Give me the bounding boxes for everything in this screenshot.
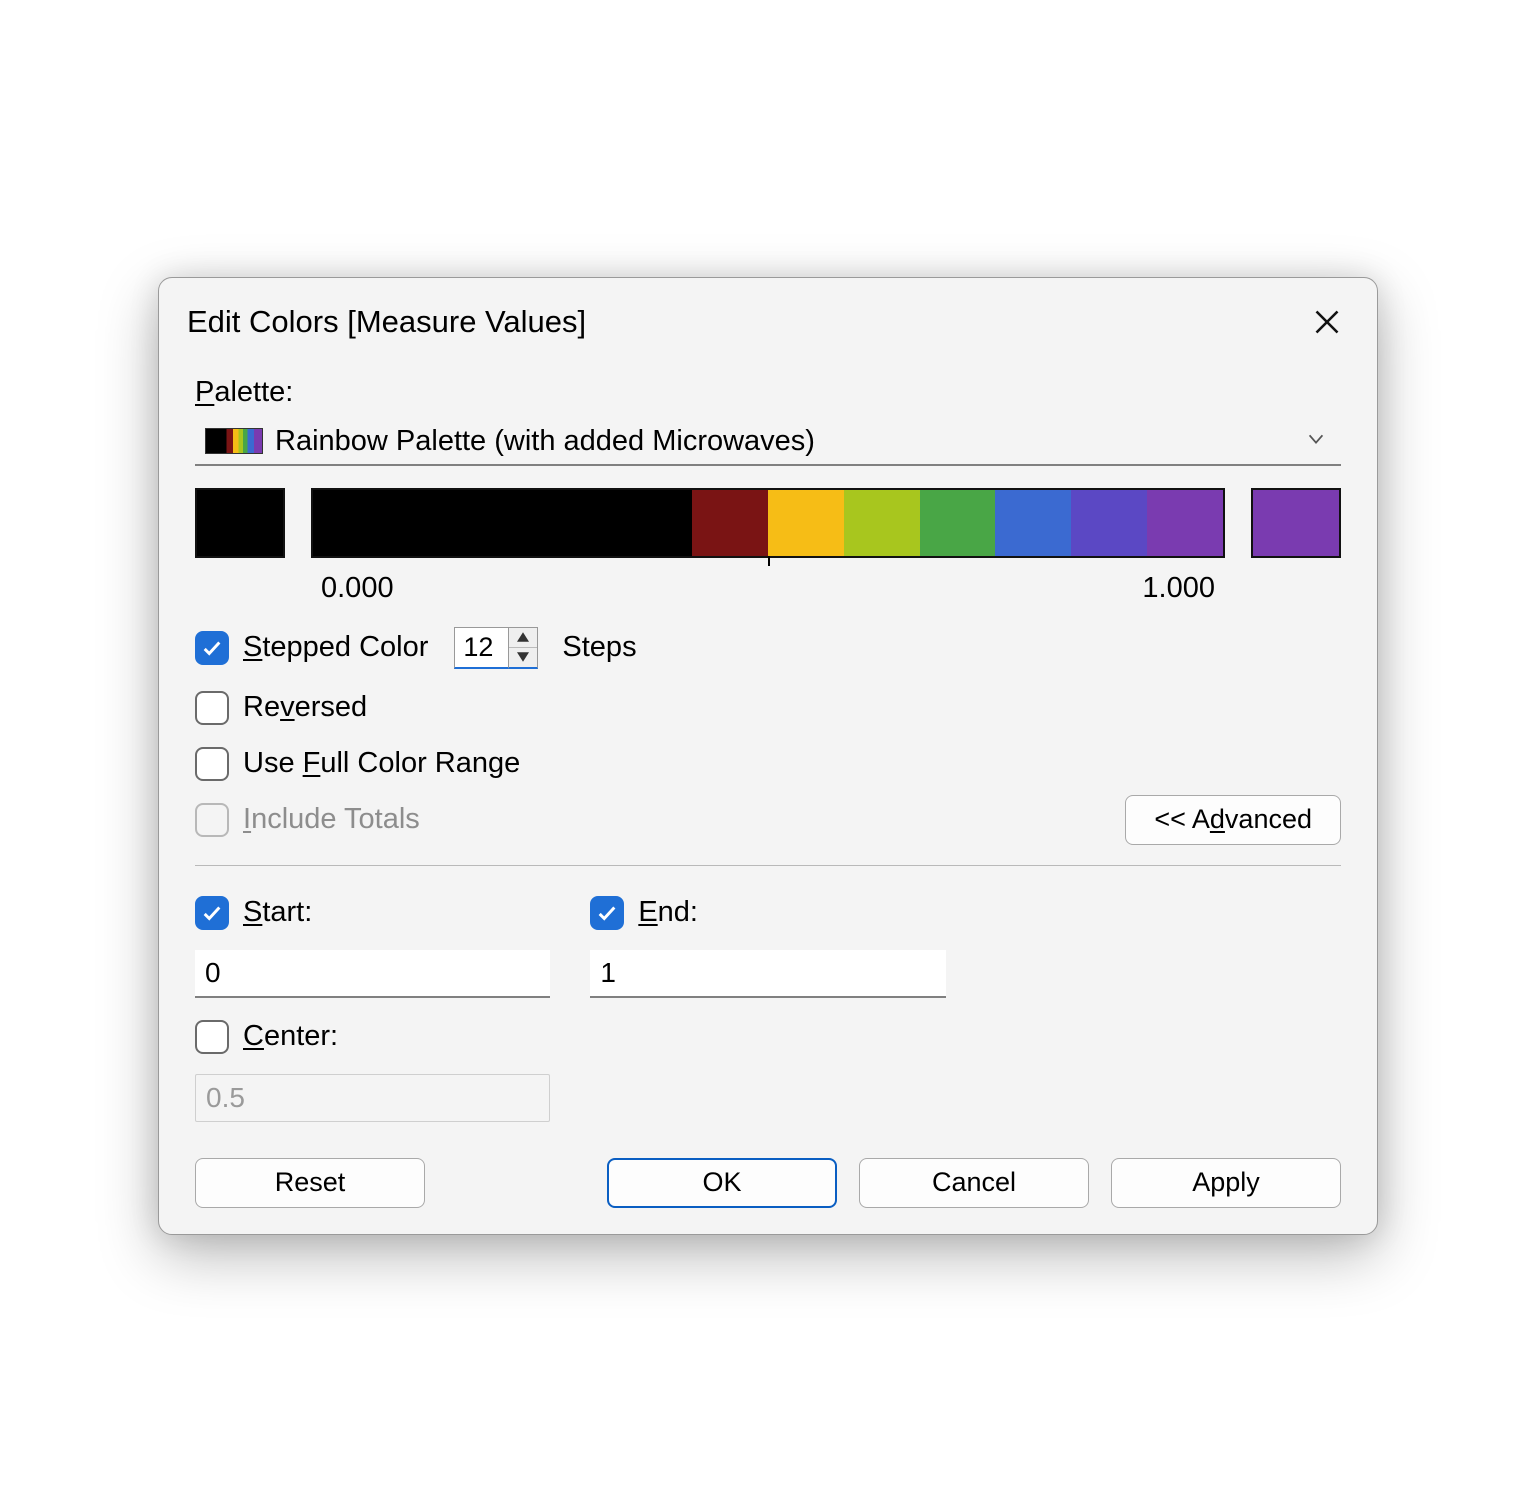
include-totals-checkbox xyxy=(195,803,229,837)
ramp-max-label: 1.000 xyxy=(1142,572,1215,605)
steps-units: Steps xyxy=(562,631,636,664)
full-range-checkbox[interactable] xyxy=(195,747,229,781)
stepped-color-label: Stepped Color xyxy=(243,631,428,664)
include-totals-label: Include Totals xyxy=(243,803,420,836)
ramp-min-label: 0.000 xyxy=(321,572,394,605)
edit-colors-dialog: Edit Colors [Measure Values] Palette: Ra… xyxy=(158,277,1378,1235)
end-checkbox[interactable] xyxy=(590,896,624,930)
center-checkbox[interactable] xyxy=(195,1020,229,1054)
palette-dropdown[interactable]: Rainbow Palette (with added Microwaves) xyxy=(195,419,1341,466)
apply-button[interactable]: Apply xyxy=(1111,1158,1341,1208)
titlebar: Edit Colors [Measure Values] xyxy=(159,278,1377,360)
ramp-step xyxy=(995,490,1071,556)
reversed-label: Reversed xyxy=(243,691,367,724)
ramp-step xyxy=(844,490,920,556)
ramp-step xyxy=(1147,490,1223,556)
end-value[interactable] xyxy=(590,950,945,998)
ramp-step xyxy=(920,490,996,556)
steps-down-icon[interactable] xyxy=(509,648,537,667)
ok-button[interactable]: OK xyxy=(607,1158,837,1208)
stepped-color-checkbox[interactable] xyxy=(195,631,229,665)
dialog-title: Edit Colors [Measure Values] xyxy=(187,304,586,340)
steps-value[interactable] xyxy=(454,627,508,669)
reset-button[interactable]: Reset xyxy=(195,1158,425,1208)
end-label: End: xyxy=(638,896,698,929)
start-checkbox[interactable] xyxy=(195,896,229,930)
center-value xyxy=(195,1074,550,1122)
advanced-button[interactable]: << Advanced xyxy=(1125,795,1341,845)
steps-spinner[interactable] xyxy=(454,627,538,669)
ramp-step xyxy=(768,490,844,556)
close-icon[interactable] xyxy=(1305,300,1349,344)
ramp-step xyxy=(1071,490,1147,556)
ramp-start-swatch[interactable] xyxy=(195,488,285,558)
color-ramp xyxy=(195,488,1341,558)
start-label: Start: xyxy=(243,896,312,929)
ramp-body[interactable] xyxy=(311,488,1225,558)
ramp-step xyxy=(389,490,465,556)
reversed-checkbox[interactable] xyxy=(195,691,229,725)
full-range-label: Use Full Color Range xyxy=(243,747,520,780)
steps-up-icon[interactable] xyxy=(509,628,537,648)
cancel-button[interactable]: Cancel xyxy=(859,1158,1089,1208)
palette-preview-icon xyxy=(205,428,263,454)
ramp-step xyxy=(692,490,768,556)
palette-label: Palette: xyxy=(195,376,1349,409)
ramp-step xyxy=(313,490,389,556)
chevron-down-icon xyxy=(1305,425,1327,458)
ramp-step xyxy=(616,490,692,556)
palette-selected-name: Rainbow Palette (with added Microwaves) xyxy=(275,425,815,458)
ramp-end-swatch[interactable] xyxy=(1251,488,1341,558)
divider xyxy=(195,865,1341,866)
ramp-step xyxy=(465,490,541,556)
ramp-center-tick xyxy=(768,556,770,566)
center-label: Center: xyxy=(243,1020,338,1053)
start-value[interactable] xyxy=(195,950,550,998)
ramp-step xyxy=(540,490,616,556)
